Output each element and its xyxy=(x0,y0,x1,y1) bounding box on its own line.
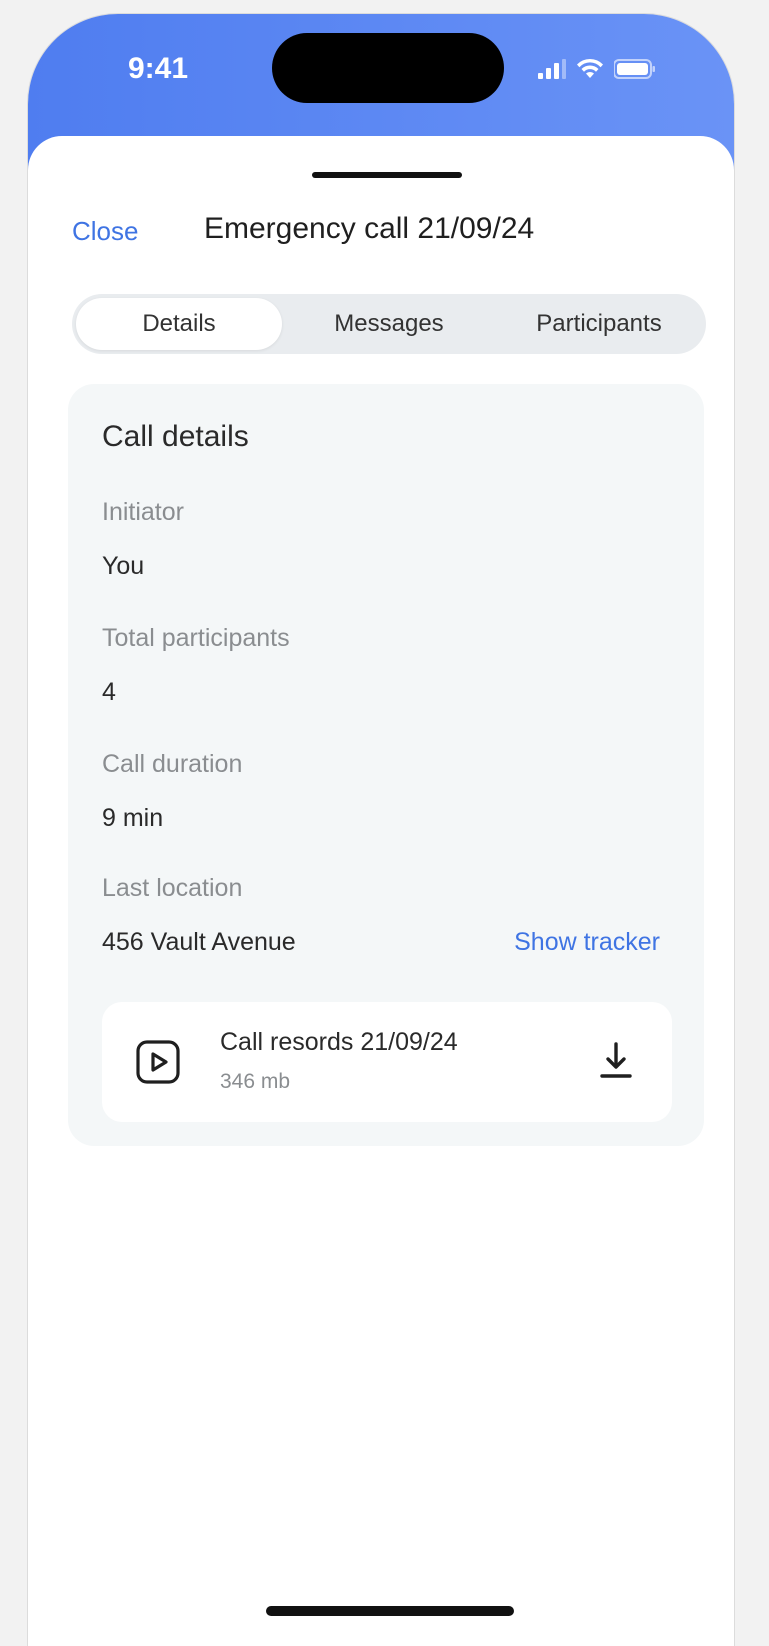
signal-icon xyxy=(538,59,566,79)
tab-participants[interactable]: Participants xyxy=(496,294,702,354)
call-details-card: Call details Initiator You Total partici… xyxy=(68,384,704,1146)
total-participants-label: Total participants xyxy=(102,624,290,652)
download-icon[interactable] xyxy=(596,1040,636,1082)
sheet-grabber[interactable] xyxy=(312,172,462,178)
recording-file-card[interactable]: Call resords 21/09/24 346 mb xyxy=(102,1002,672,1122)
segmented-tabs: Details Messages Participants xyxy=(72,294,706,354)
total-participants-value: 4 xyxy=(102,678,116,706)
play-icon xyxy=(136,1040,180,1084)
status-icons xyxy=(538,54,656,84)
close-button[interactable]: Close xyxy=(72,216,138,247)
last-location-value: 456 Vault Avenue xyxy=(102,928,296,956)
status-time: 9:41 xyxy=(128,52,189,85)
call-duration-value: 9 min xyxy=(102,804,164,832)
show-tracker-link[interactable]: Show tracker xyxy=(514,928,660,957)
dynamic-island xyxy=(272,33,504,103)
tab-details[interactable]: Details xyxy=(76,294,282,354)
battery-icon xyxy=(614,59,655,79)
status-bar: 9:41 xyxy=(28,14,734,144)
home-indicator xyxy=(266,1606,514,1616)
recording-size: 346 mb xyxy=(220,1070,291,1093)
card-title: Call details xyxy=(102,420,249,453)
last-location-label: Last location xyxy=(102,874,243,902)
page-title: Emergency call 21/09/24 xyxy=(204,212,535,245)
call-duration-label: Call duration xyxy=(102,750,243,778)
initiator-value: You xyxy=(102,552,145,580)
phone-screen: 9:41 Close Emergency call 21/09/24 Detai… xyxy=(28,14,734,1646)
initiator-label: Initiator xyxy=(102,498,184,526)
wifi-icon xyxy=(577,58,603,78)
bottom-sheet: Close Emergency call 21/09/24 Details Me… xyxy=(28,136,734,1646)
tab-messages[interactable]: Messages xyxy=(286,294,492,354)
recording-name: Call resords 21/09/24 xyxy=(220,1028,458,1056)
